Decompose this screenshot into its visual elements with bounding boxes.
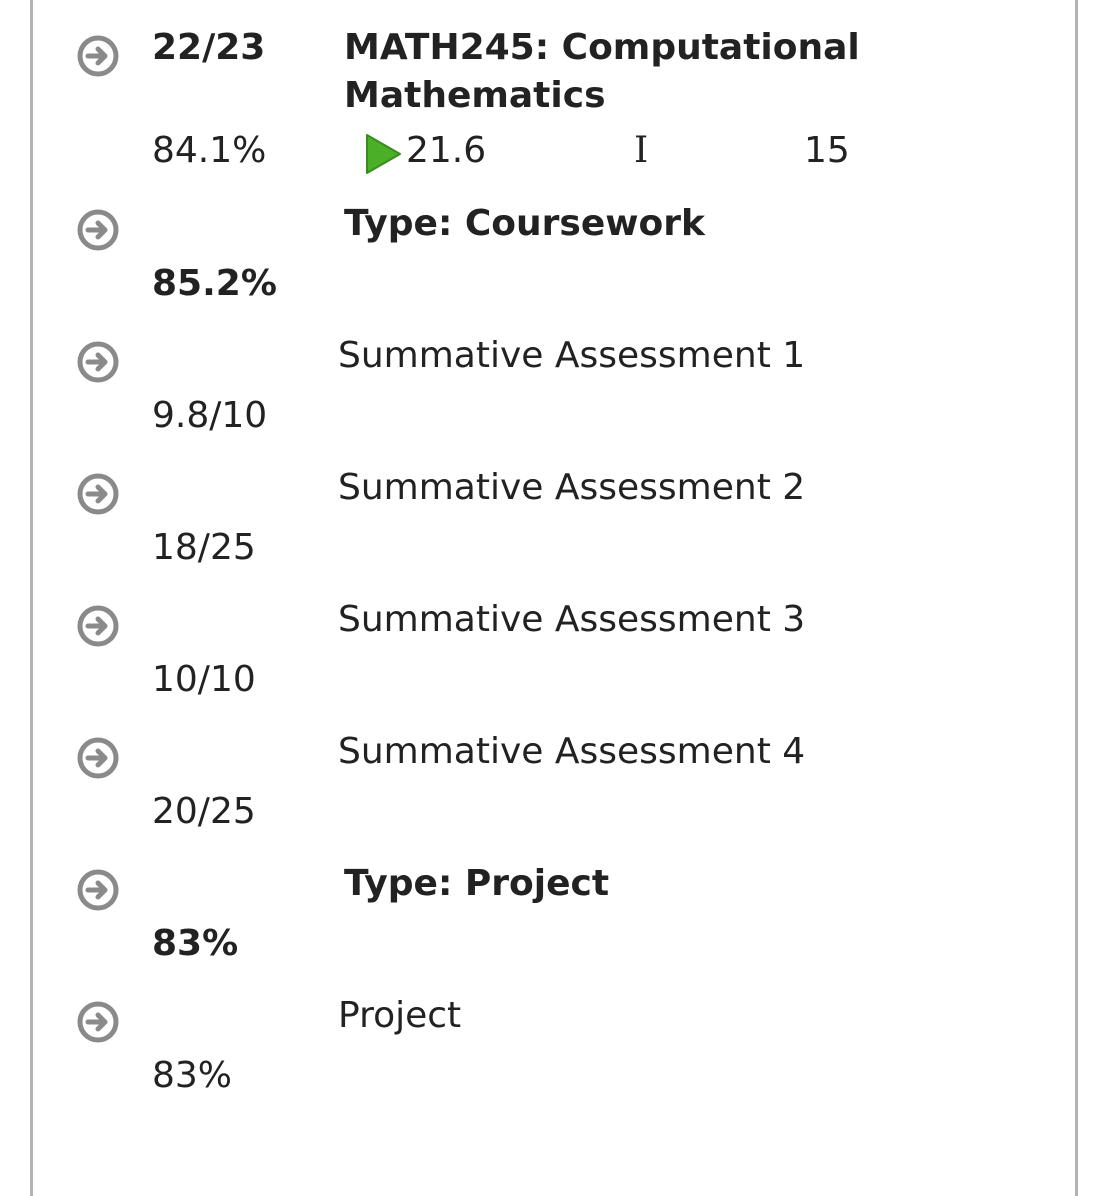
course-grade: I: [634, 130, 649, 171]
assessment-label: Summative Assessment 2: [338, 467, 806, 508]
assessment-score: 9.8/10: [152, 395, 268, 436]
play-triangle-icon: [362, 132, 404, 179]
grades-panel: [30, 0, 1078, 1196]
expand-arrow-icon[interactable]: [76, 736, 120, 780]
assessment-label: Type: Coursework: [344, 203, 705, 244]
expand-arrow-icon[interactable]: [76, 208, 120, 252]
assessment-score: 20/25: [152, 791, 256, 832]
course-credits: 15: [804, 130, 850, 171]
course-percent: 84.1%: [152, 130, 267, 171]
assessment-score: 85.2%: [152, 263, 277, 304]
expand-arrow-icon[interactable]: [76, 472, 120, 516]
assessment-label: Summative Assessment 4: [338, 731, 806, 772]
assessment-label: Summative Assessment 3: [338, 599, 806, 640]
assessment-score: 18/25: [152, 527, 256, 568]
expand-arrow-icon[interactable]: [76, 868, 120, 912]
expand-arrow-icon[interactable]: [76, 34, 120, 78]
course-title-line2: Mathematics: [344, 75, 606, 116]
expand-arrow-icon[interactable]: [76, 1000, 120, 1044]
course-title-line1: MATH245: Computational: [344, 27, 860, 68]
assessment-label: Summative Assessment 1: [338, 335, 806, 376]
expand-arrow-icon[interactable]: [76, 340, 120, 384]
assessment-label: Project: [338, 995, 462, 1036]
assessment-score: 83%: [152, 923, 239, 964]
course-trend-value: 21.6: [406, 130, 487, 171]
expand-arrow-icon[interactable]: [76, 604, 120, 648]
course-term: 22/23: [152, 27, 266, 68]
assessment-score: 83%: [152, 1055, 233, 1096]
assessment-score: 10/10: [152, 659, 256, 700]
assessment-label: Type: Project: [344, 863, 610, 904]
